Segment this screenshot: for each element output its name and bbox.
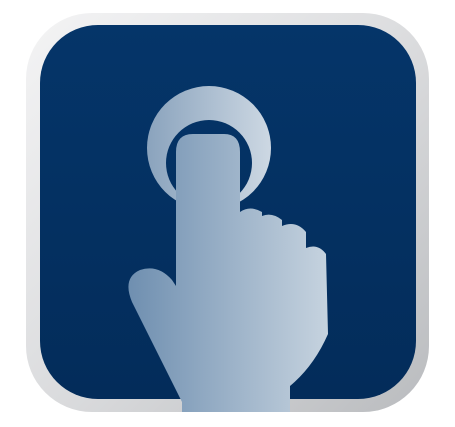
app-icon-canvas — [0, 0, 455, 427]
tap-app-icon[interactable] — [0, 0, 455, 427]
